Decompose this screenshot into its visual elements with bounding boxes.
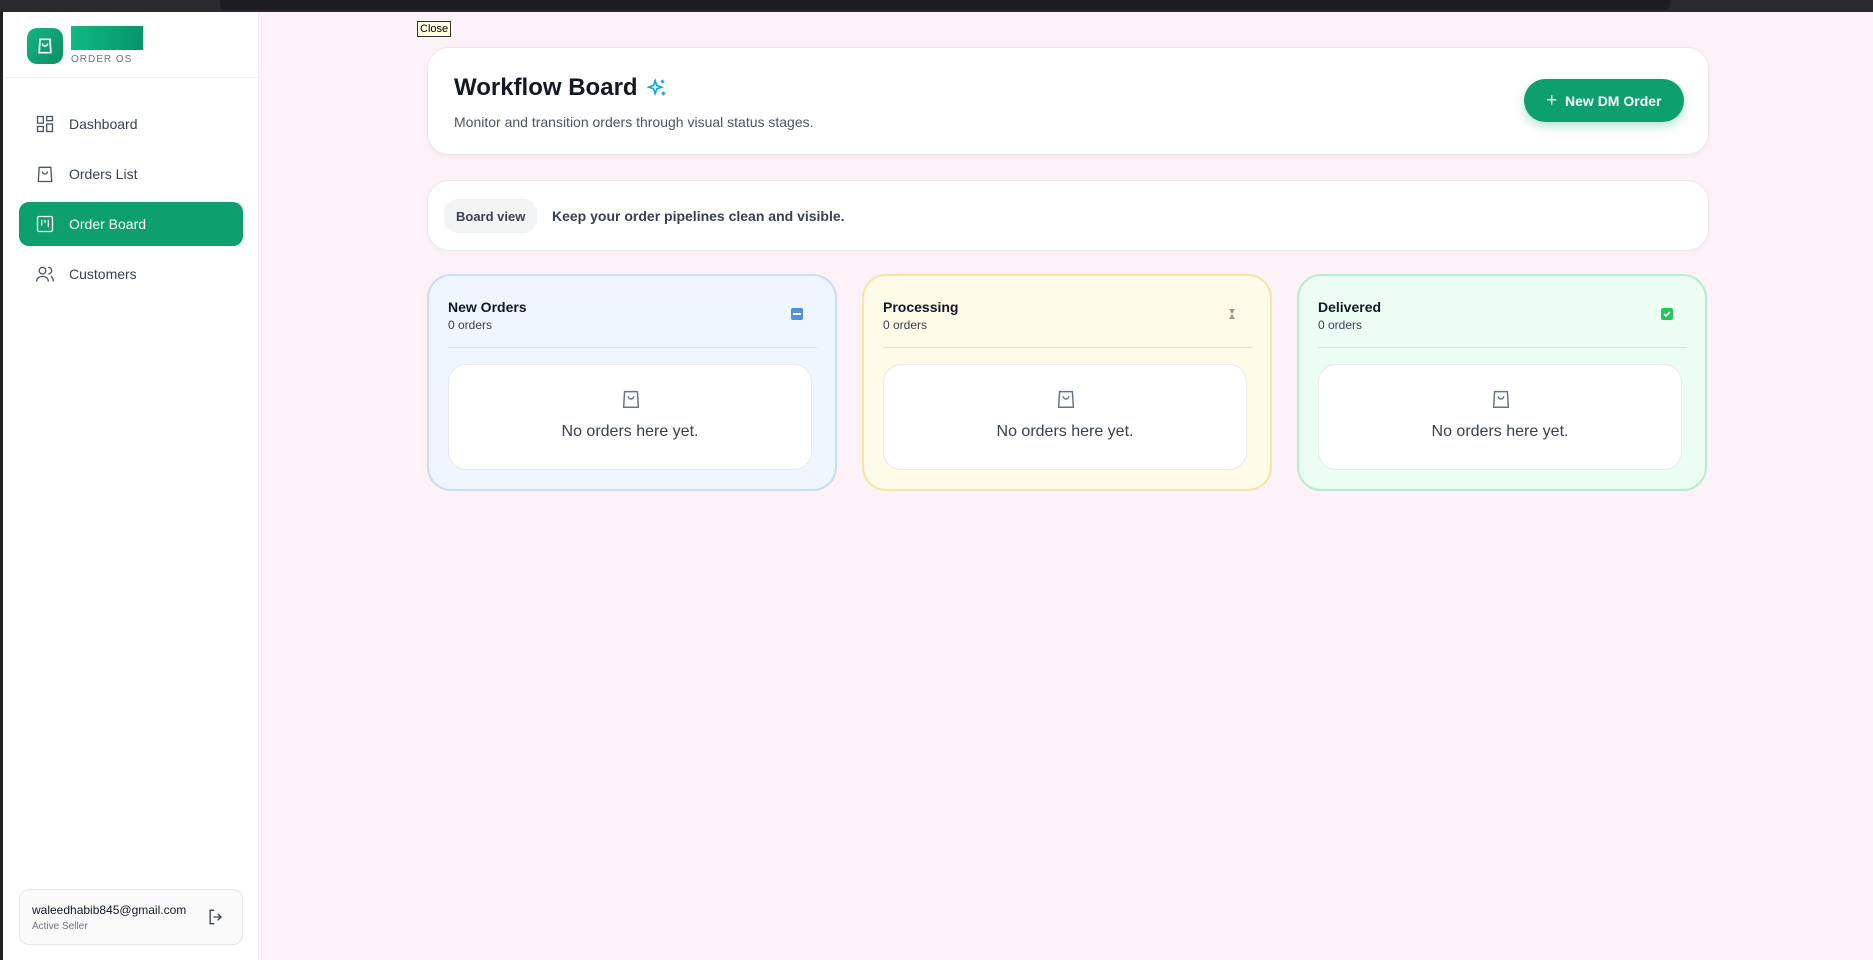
view-bar: Board view Keep your order pipelines cle… — [427, 180, 1709, 251]
bag-icon — [1492, 390, 1510, 408]
page-title: Workflow Board — [454, 74, 638, 101]
sidebar-nav: Dashboard Orders List Order Board Custom… — [19, 102, 243, 302]
board-view-pill[interactable]: Board view — [444, 199, 538, 233]
new-dm-order-label: New DM Order — [1565, 92, 1662, 109]
new-icon — [791, 308, 803, 320]
column-delivered: Delivered 0 orders No orders here yet. — [1297, 274, 1707, 491]
users-icon — [36, 266, 54, 282]
column-title: Delivered — [1318, 299, 1382, 315]
grid-icon — [36, 115, 54, 133]
check-icon — [1661, 308, 1673, 320]
brand: ORDER OS — [3, 12, 258, 78]
view-bar-text: Keep your order pipelines clean and visi… — [552, 208, 845, 224]
sidebar-item-label: Dashboard — [69, 116, 138, 132]
column-title: Processing — [883, 299, 959, 315]
empty-state: No orders here yet. — [1318, 364, 1682, 470]
column-count: 0 orders — [448, 318, 493, 332]
sidebar-item-dashboard[interactable]: Dashboard — [19, 102, 243, 146]
column-title: New Orders — [448, 299, 527, 315]
browser-strip — [0, 0, 1873, 12]
column-count: 0 orders — [883, 318, 928, 332]
user-role: Active Seller — [32, 921, 88, 932]
sidebar: ORDER OS Dashboard Orders List Order Boa… — [3, 12, 259, 960]
brand-subtitle: ORDER OS — [71, 54, 133, 65]
user-card: waleedhabib845@gmail.com Active Seller — [19, 889, 243, 945]
empty-state-text: No orders here yet. — [996, 423, 1134, 440]
empty-state-text: No orders here yet. — [561, 423, 699, 440]
logout-icon — [209, 909, 222, 925]
column-divider — [1318, 347, 1687, 348]
browser-toolbar — [220, 0, 1670, 10]
header-card: Workflow Board Monitor and transition or… — [427, 47, 1709, 155]
bag-icon — [38, 38, 52, 54]
column-new-orders: New Orders 0 orders No orders here yet. — [427, 274, 837, 491]
bag-icon — [1057, 390, 1075, 408]
plus-icon: + — [1546, 90, 1558, 110]
sidebar-item-label: Orders List — [69, 166, 138, 182]
column-divider — [448, 347, 817, 348]
sidebar-item-label: Customers — [69, 266, 137, 282]
page-title-row: Workflow Board — [454, 74, 668, 102]
page-subtitle: Monitor and transition orders through vi… — [454, 114, 814, 130]
empty-state: No orders here yet. — [448, 364, 812, 470]
sparkle-icon — [645, 78, 665, 97]
empty-state: No orders here yet. — [883, 364, 1247, 470]
kanban-icon — [36, 215, 54, 233]
brand-logo[interactable] — [27, 28, 63, 64]
user-email: waleedhabib845@gmail.com — [32, 903, 187, 917]
brand-name — [71, 26, 143, 50]
sidebar-item-customers[interactable]: Customers — [19, 252, 243, 296]
sidebar-item-orders-list[interactable]: Orders List — [19, 152, 243, 196]
bag-icon — [622, 390, 640, 408]
column-processing: Processing 0 orders No orders here yet. — [862, 274, 1272, 491]
hourglass-icon — [1229, 309, 1235, 319]
sidebar-item-order-board[interactable]: Order Board — [19, 202, 243, 246]
column-count: 0 orders — [1318, 318, 1363, 332]
sidebar-item-label: Order Board — [69, 216, 147, 232]
new-dm-order-button[interactable]: + New DM Order — [1524, 79, 1684, 122]
column-divider — [883, 347, 1252, 348]
empty-state-text: No orders here yet. — [1431, 423, 1569, 440]
app: ORDER OS Dashboard Orders List Order Boa… — [3, 12, 1873, 960]
logout-button[interactable] — [206, 907, 226, 927]
close-tooltip: Close — [417, 21, 452, 37]
new-icon-mark — [793, 313, 801, 315]
bag-icon — [37, 166, 53, 183]
